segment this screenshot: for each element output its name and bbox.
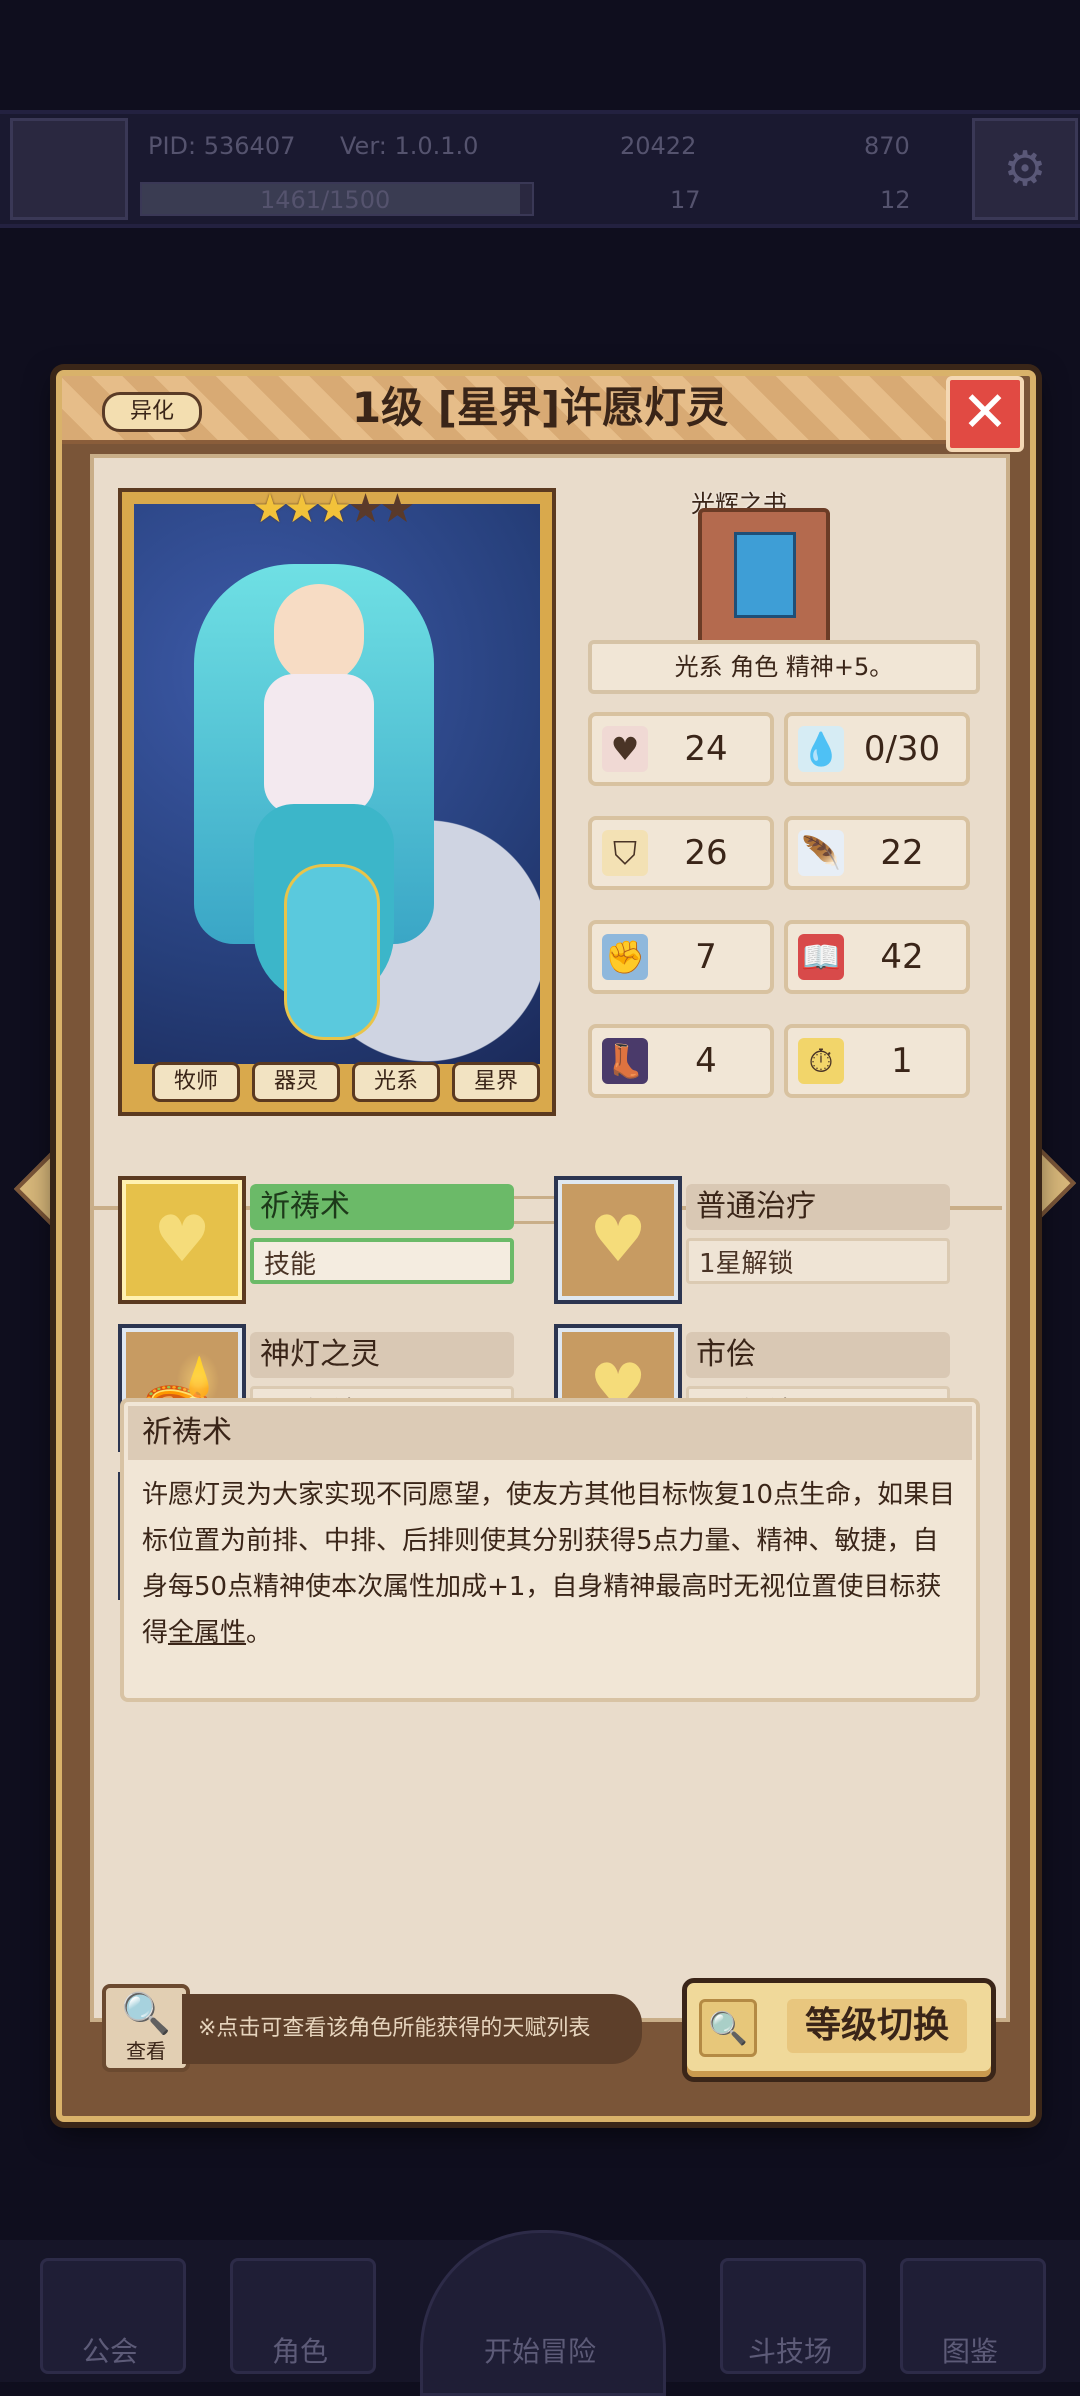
star-filled-icon: ★ [315, 486, 352, 532]
skill-name: 祈祷术 [250, 1184, 514, 1230]
stat-box: ⏱ 1 [784, 1024, 970, 1098]
spellbook-icon: 📖 [798, 934, 844, 980]
player-id: PID: 536407 [148, 132, 296, 160]
resource-a: 17 [670, 186, 701, 214]
skill-description-box: 祈祷术 许愿灯灵为大家实现不同愿望，使友方其他目标恢复10点生命，如果目标位置为… [120, 1398, 980, 1702]
heart-cross-icon: ♥ [118, 1176, 246, 1304]
skill-name: 市侩 [686, 1332, 950, 1378]
view-label: 查看 [126, 2039, 166, 2063]
stat-box: 👢 4 [588, 1024, 774, 1098]
stat-box: 📖 42 [784, 920, 970, 994]
book-item[interactable] [698, 508, 830, 646]
character-tag: 光系 [352, 1062, 440, 1102]
magnifier-icon: 🔍 [121, 1991, 171, 2037]
skill-slot[interactable]: ♥ 普通治疗 1星解锁 [554, 1176, 954, 1304]
character-face [274, 584, 364, 684]
all-attributes-link[interactable]: 全属性 [168, 1618, 246, 1648]
star-filled-icon: ★ [283, 486, 320, 532]
character-title: 1级 [星界]许愿灯灵 [351, 383, 729, 432]
stat-value: 1 [891, 1041, 913, 1081]
mana-drop-icon: 💧 [798, 726, 844, 772]
stat-box: 🪶 22 [784, 816, 970, 890]
star-rating: ★★★★★ [252, 486, 415, 532]
heart-icon: ♥ [602, 726, 648, 772]
book-icon [734, 532, 796, 618]
character-body [264, 674, 374, 814]
version-label: Ver: 1.0.1.0 [340, 132, 479, 160]
stat-box: ♥ 24 [588, 712, 774, 786]
stat-value: 22 [880, 833, 924, 873]
stat-box: ⛉ 26 [588, 816, 774, 890]
stat-value: 26 [684, 833, 728, 873]
skill-description-text: 许愿灯灵为大家实现不同愿望，使友方其他目标恢复10点生命，如果目标位置为前排、中… [142, 1472, 958, 1656]
passive-effect: 光系 角色 精神+5。 [588, 640, 980, 694]
resource-b: 12 [880, 186, 911, 214]
fist-icon: ✊ [602, 934, 648, 980]
skill-description-title: 祈祷术 [128, 1406, 972, 1460]
tab-adventure-label: 开始冒险 [483, 2335, 596, 2368]
player-avatar [10, 118, 128, 220]
character-tag: 器灵 [252, 1062, 340, 1102]
shield-icon: ⛉ [602, 830, 648, 876]
chibi-figure [284, 864, 380, 1040]
stat-value: 24 [684, 729, 728, 769]
tab-guild-label: 公会 [81, 2335, 138, 2368]
star-empty-icon: ★ [379, 486, 415, 532]
level-switch-label: 等级切换 [787, 1999, 967, 2053]
skill-unlock-text: 1星解锁 [686, 1238, 950, 1284]
description-end: 。 [246, 1618, 273, 1648]
character-card[interactable]: ★★★★★ 牧师 器灵 光系 星界 [118, 486, 556, 1116]
settings-gear-icon: ⚙ [972, 118, 1078, 220]
wing-icon: 🪶 [798, 830, 844, 876]
tab-arena-label: 斗技场 [747, 2335, 832, 2368]
stat-value: 4 [695, 1041, 717, 1081]
star-filled-icon: ★ [252, 486, 288, 532]
stat-value: 7 [695, 937, 717, 977]
tab-codex-label: 图鉴 [941, 2335, 998, 2368]
skill-name: 神灯之灵 [250, 1332, 514, 1378]
skill-name: 普通治疗 [686, 1184, 950, 1230]
character-art [134, 504, 540, 1064]
close-button[interactable]: ✕ [946, 376, 1024, 452]
level-magnifier-icon: 🔍 [699, 1999, 757, 2057]
clock-icon: ⏱ [798, 1038, 844, 1084]
stat-box: 💧 0/30 [784, 712, 970, 786]
gold-count: 20422 [620, 132, 697, 160]
character-detail-panel: 1级 [星界]许愿灯灵 异化 ✕ ★★★★★ 牧师 器灵 光系 星界 光辉之书 光系 … [56, 370, 1036, 2122]
title-bar: 1级 [星界]许愿灯灵 异化 ✕ [62, 376, 1024, 452]
skill-unlock-text: 技能 [250, 1238, 514, 1284]
talent-hint: ※点击可查看该角色所能获得的天赋列表 [182, 1994, 642, 2064]
tab-character-label: 角色 [271, 2335, 328, 2368]
character-tags: 牧师 器灵 光系 星界 [152, 1062, 540, 1102]
variant-badge: 异化 [102, 392, 202, 432]
boot-icon: 👢 [602, 1038, 648, 1084]
stat-value: 0/30 [863, 729, 941, 769]
level-switch-button[interactable]: 🔍 等级切换 [682, 1978, 996, 2082]
character-tag: 星界 [452, 1062, 540, 1102]
stat-value: 42 [880, 937, 924, 977]
heart-cross-icon: ♥ [554, 1176, 682, 1304]
gem-count: 870 [864, 132, 910, 160]
stat-box: ✊ 7 [588, 920, 774, 994]
star-empty-icon: ★ [347, 486, 384, 532]
skill-slot[interactable]: ♥ 祈祷术技能 [118, 1176, 518, 1304]
character-tag: 牧师 [152, 1062, 240, 1102]
view-talents-button[interactable]: 🔍 查看 [102, 1984, 190, 2072]
exp-text: 1461/1500 [260, 186, 391, 214]
